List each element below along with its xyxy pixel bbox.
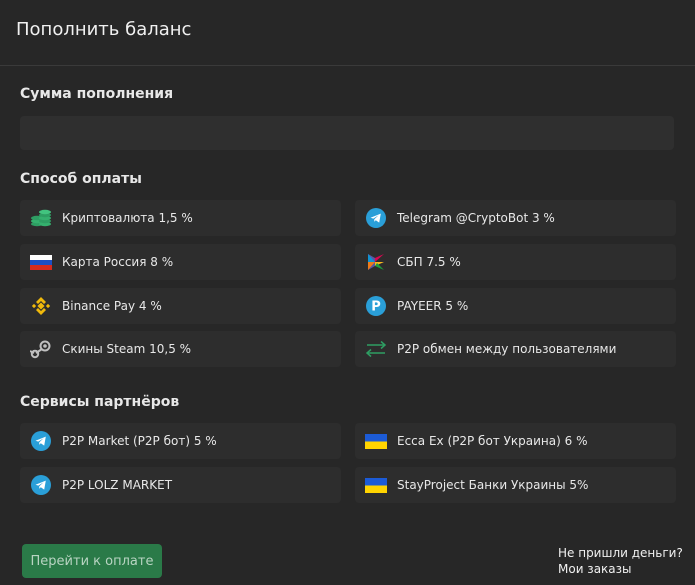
binance-icon (30, 295, 52, 317)
ukraine-flag-icon (365, 430, 387, 452)
payment-option-p2p-exchange[interactable]: P2P обмен между пользователями (355, 331, 676, 367)
payment-option-label: Скины Steam 10,5 % (62, 342, 192, 356)
russia-flag-icon (30, 251, 52, 273)
payment-option-label: Криптовалюта 1,5 % (62, 211, 193, 225)
modal-header: Пополнить баланс (0, 0, 695, 66)
payeer-icon: P (365, 295, 387, 317)
sbp-icon (365, 251, 387, 273)
no-money-link[interactable]: Не пришли деньги? (558, 545, 683, 561)
partner-option-label: StayProject Банки Украины 5% (397, 478, 589, 492)
partner-option-lolz-market[interactable]: P2P LOLZ MARKET (20, 467, 341, 503)
telegram-icon (365, 207, 387, 229)
ukraine-flag-icon (365, 474, 387, 496)
partner-option-label: Ecca Ex (P2P бот Украина) 6 % (397, 434, 588, 448)
amount-section-title: Сумма пополнения (20, 86, 174, 102)
modal-title: Пополнить баланс (16, 19, 192, 40)
payment-section-title: Способ оплаты (20, 171, 142, 187)
payment-option-steam-skins[interactable]: Скины Steam 10,5 % (20, 331, 341, 367)
partner-option-p2p-market[interactable]: P2P Market (P2P бот) 5 % (20, 423, 341, 459)
steam-icon (30, 338, 52, 360)
my-orders-link[interactable]: Мои заказы (558, 561, 683, 577)
partners-section-title: Сервисы партнёров (20, 394, 180, 410)
payment-option-label: Telegram @CryptoBot 3 % (397, 211, 555, 225)
coins-icon (30, 207, 52, 229)
payment-option-crypto[interactable]: Криптовалюта 1,5 % (20, 200, 341, 236)
payment-option-label: Binance Pay 4 % (62, 299, 162, 313)
payment-option-card-russia[interactable]: Карта Россия 8 % (20, 244, 341, 280)
partner-option-ecca-ex[interactable]: Ecca Ex (P2P бот Украина) 6 % (355, 423, 676, 459)
partner-option-stayproject[interactable]: StayProject Банки Украины 5% (355, 467, 676, 503)
payment-option-cryptobot[interactable]: Telegram @CryptoBot 3 % (355, 200, 676, 236)
exchange-arrows-icon (365, 338, 387, 360)
payment-option-payeer[interactable]: P PAYEER 5 % (355, 288, 676, 324)
footer-links: Не пришли деньги? Мои заказы (558, 545, 683, 577)
payment-option-binance[interactable]: Binance Pay 4 % (20, 288, 341, 324)
payment-option-label: PAYEER 5 % (397, 299, 469, 313)
partner-option-label: P2P LOLZ MARKET (62, 478, 173, 492)
amount-input[interactable] (20, 116, 674, 150)
payment-option-sbp[interactable]: СБП 7.5 % (355, 244, 676, 280)
telegram-icon (30, 430, 52, 452)
payment-option-label: P2P обмен между пользователями (397, 342, 617, 356)
go-to-payment-button[interactable]: Перейти к оплате (22, 544, 162, 578)
svg-text:P: P (371, 300, 381, 315)
payment-option-label: Карта Россия 8 % (62, 255, 174, 269)
payment-option-label: СБП 7.5 % (397, 255, 461, 269)
telegram-icon (30, 474, 52, 496)
partner-option-label: P2P Market (P2P бот) 5 % (62, 434, 217, 448)
